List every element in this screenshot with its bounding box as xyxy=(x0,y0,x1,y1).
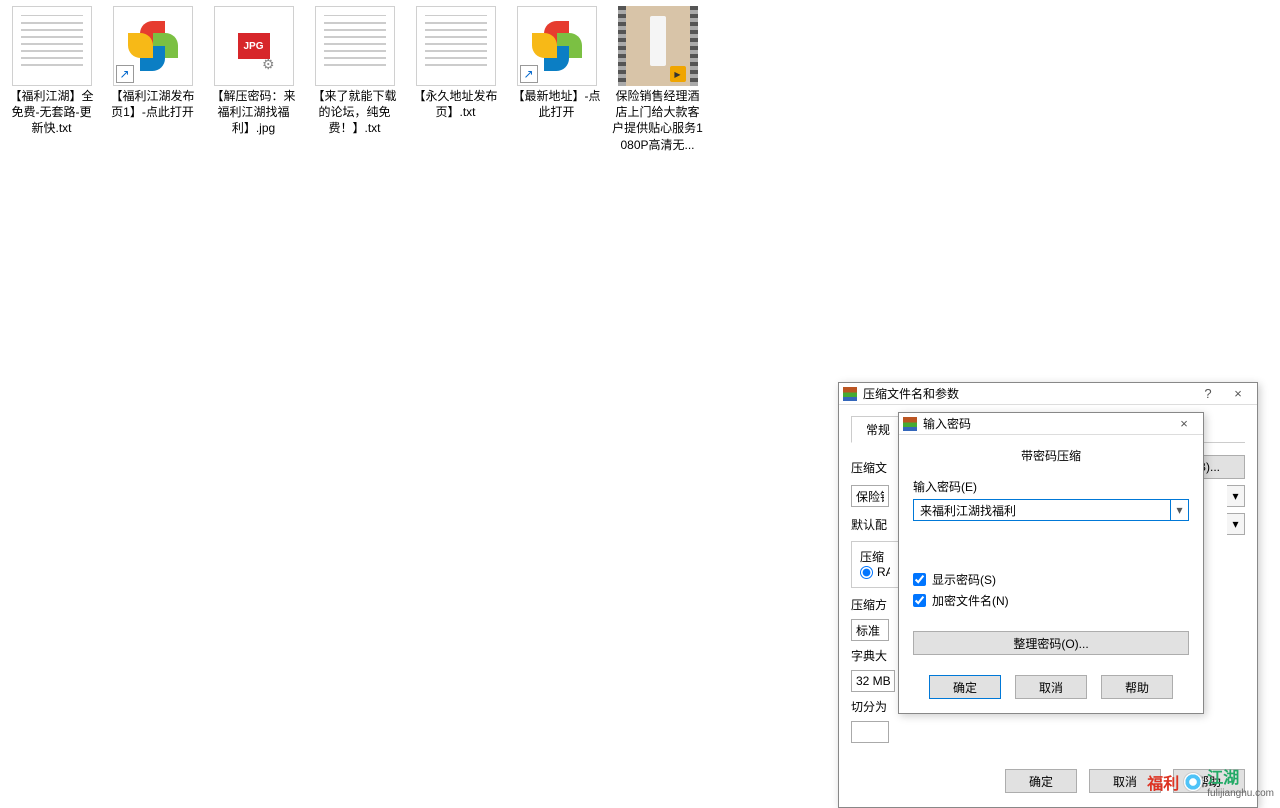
checkbox-label: 显示密码(S) xyxy=(932,571,996,588)
file-label: 【解压密码：来福利江湖找福利】.jpg xyxy=(208,88,299,137)
titlebar[interactable]: 输入密码 × xyxy=(899,413,1203,435)
file-item[interactable]: ▶ 保险销售经理酒店上门给大款客户提供贴心服务1080P高清无... xyxy=(610,4,705,155)
method-select[interactable] xyxy=(851,619,889,641)
dialog-title: 输入密码 xyxy=(923,415,1169,432)
winrar-icon xyxy=(903,417,917,431)
password-dialog: 输入密码 × 带密码压缩 输入密码(E) ▾ 显示密码(S) 加密文件名(N) … xyxy=(898,412,1204,714)
watermark-text: 江湖 xyxy=(1207,770,1239,787)
encrypt-filenames-input[interactable] xyxy=(913,594,926,607)
method-label: 压缩方 xyxy=(851,596,891,613)
encrypt-filenames-checkbox[interactable]: 加密文件名(N) xyxy=(913,592,1189,609)
dialog-footer: 确定 取消 帮助 xyxy=(899,665,1203,713)
split-input[interactable] xyxy=(851,721,889,743)
file-label: 【福利江湖发布页1】-点此打开 xyxy=(107,88,198,120)
file-item[interactable]: 【来了就能下载的论坛，纯免费！】.txt xyxy=(307,4,402,139)
help-button[interactable]: 帮助 xyxy=(1101,675,1173,699)
close-button[interactable]: × xyxy=(1223,385,1253,403)
password-input[interactable] xyxy=(913,499,1171,521)
dropdown-arrow-icon[interactable]: ▾ xyxy=(1227,485,1245,507)
shortcut-arrow-icon: ↗ xyxy=(116,65,134,83)
split-label: 切分为 xyxy=(851,698,891,715)
watermark-url: fulijianghu.com xyxy=(1207,788,1274,799)
watermark: 福利 江湖 fulijianghu.com xyxy=(1147,764,1274,799)
file-item[interactable]: ↗ 【最新地址】-点此打开 xyxy=(509,4,604,122)
titlebar[interactable]: 压缩文件名和参数 ? × xyxy=(839,383,1257,405)
txt-file-icon xyxy=(315,6,395,86)
help-button[interactable]: ? xyxy=(1193,385,1223,403)
password-label: 输入密码(E) xyxy=(913,478,1189,495)
dropdown-arrow-icon[interactable]: ▾ xyxy=(1227,513,1245,535)
radio-label: RA xyxy=(877,565,890,579)
file-label: 【永久地址发布页】.txt xyxy=(410,88,501,120)
winrar-icon xyxy=(843,387,857,401)
file-item[interactable]: 【永久地址发布页】.txt xyxy=(408,4,503,122)
play-badge-icon: ▶ xyxy=(670,66,686,82)
dict-select[interactable] xyxy=(851,670,895,692)
tab-general[interactable]: 常规 xyxy=(851,416,905,443)
txt-file-icon xyxy=(416,6,496,86)
archive-name-label: 压缩文 xyxy=(851,459,891,476)
ok-button[interactable]: 确定 xyxy=(929,675,1001,699)
file-item[interactable]: 【福利江湖】全免费-无套路-更新快.txt xyxy=(4,4,99,139)
file-label: 【最新地址】-点此打开 xyxy=(511,88,602,120)
pinwheel-shortcut-icon: ↗ xyxy=(517,6,597,86)
profile-label: 默认配 xyxy=(851,516,891,533)
password-heading: 带密码压缩 xyxy=(913,447,1189,464)
desktop: 【福利江湖】全免费-无套路-更新快.txt ↗ 【福利江湖发布页1】-点此打开 … xyxy=(0,0,1280,159)
file-label: 保险销售经理酒店上门给大款客户提供贴心服务1080P高清无... xyxy=(612,88,703,153)
file-label: 【福利江湖】全免费-无套路-更新快.txt xyxy=(6,88,97,137)
dict-label: 字典大 xyxy=(851,647,891,664)
video-file-icon: ▶ xyxy=(618,6,698,86)
close-button[interactable]: × xyxy=(1169,415,1199,433)
file-item[interactable]: ↗ 【福利江湖发布页1】-点此打开 xyxy=(105,4,200,122)
show-password-input[interactable] xyxy=(913,573,926,586)
txt-file-icon xyxy=(12,6,92,86)
radio-rar[interactable]: RA xyxy=(860,565,890,579)
pinwheel-shortcut-icon: ↗ xyxy=(113,6,193,86)
manage-passwords-button[interactable]: 整理密码(O)... xyxy=(913,631,1189,655)
checkbox-label: 加密文件名(N) xyxy=(932,592,1009,609)
dropdown-arrow-icon[interactable]: ▾ xyxy=(1171,499,1189,521)
cancel-button[interactable]: 取消 xyxy=(1015,675,1087,699)
dialog-title: 压缩文件名和参数 xyxy=(863,385,1193,402)
radio-rar-input[interactable] xyxy=(860,566,873,579)
ok-button[interactable]: 确定 xyxy=(1005,769,1077,793)
format-fieldset-label: 压缩 xyxy=(860,548,890,565)
archive-name-input[interactable] xyxy=(851,485,889,507)
shortcut-arrow-icon: ↗ xyxy=(520,65,538,83)
gear-icon: ⚙ xyxy=(262,56,275,73)
jpg-file-icon: JPG ⚙ xyxy=(214,6,294,86)
watermark-icon xyxy=(1183,772,1203,792)
file-item[interactable]: JPG ⚙ 【解压密码：来福利江湖找福利】.jpg xyxy=(206,4,301,139)
show-password-checkbox[interactable]: 显示密码(S) xyxy=(913,571,1189,588)
watermark-text: 福利 xyxy=(1147,770,1179,794)
file-label: 【来了就能下载的论坛，纯免费！】.txt xyxy=(309,88,400,137)
